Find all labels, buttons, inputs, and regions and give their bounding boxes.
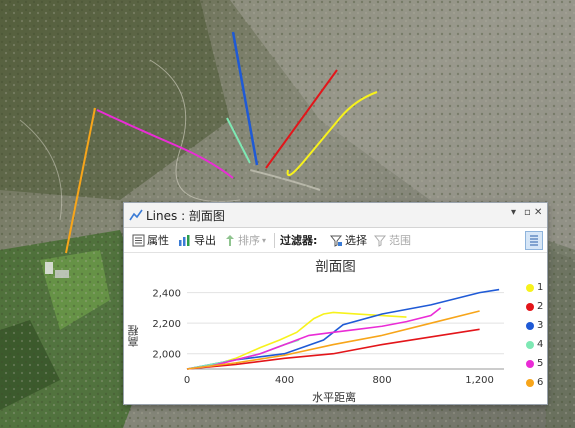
- properties-button[interactable]: 属性: [132, 232, 169, 248]
- legend-label: 3: [537, 320, 544, 331]
- filter-label: 过滤器:: [280, 234, 318, 247]
- legend-item-5[interactable]: 5: [526, 358, 548, 371]
- extent-label: 范围: [389, 234, 411, 247]
- y-tick-label: 2,000: [152, 350, 181, 361]
- legend-label: 5: [537, 358, 544, 369]
- line-chart-icon: [129, 209, 143, 221]
- y-tick-label: 2,200: [152, 319, 181, 330]
- profile-chart-window: Lines : 剖面图 ▾ ▫ ✕ 属性 导出 排序 ▾ 过滤器: 选择 范围 …: [123, 202, 548, 405]
- maximize-icon[interactable]: ▫: [524, 207, 531, 218]
- sort-button[interactable]: 排序 ▾: [224, 232, 266, 248]
- export-label: 导出: [194, 234, 216, 247]
- legend-swatch: [526, 341, 534, 349]
- close-icon[interactable]: ✕: [534, 207, 542, 218]
- export-button[interactable]: 导出: [178, 232, 216, 248]
- legend-swatch: [526, 284, 534, 292]
- legend-label: 4: [537, 339, 544, 350]
- legend-item-3[interactable]: 3: [526, 320, 548, 333]
- x-tick-label: 1,200: [465, 375, 494, 386]
- properties-label: 属性: [147, 234, 169, 247]
- x-axis-label: 水平距离: [312, 391, 357, 404]
- legend-item-1[interactable]: 1: [526, 282, 548, 295]
- legend-label: 1: [537, 282, 544, 293]
- legend-label: 6: [537, 377, 544, 388]
- y-axis-label: 高程: [127, 325, 140, 347]
- chart-data-panel-button[interactable]: [525, 231, 543, 250]
- window-titlebar[interactable]: Lines : 剖面图 ▾ ▫ ✕: [124, 203, 547, 228]
- legend-item-4[interactable]: 4: [526, 339, 548, 352]
- x-tick-label: 0: [184, 375, 190, 386]
- legend-swatch: [526, 360, 534, 368]
- minimize-icon[interactable]: ▾: [511, 207, 516, 218]
- toolbar-separator: [274, 233, 275, 248]
- window-title: Lines : 剖面图: [146, 209, 225, 223]
- series-line-3[interactable]: [186, 288, 500, 370]
- properties-icon: [132, 234, 145, 246]
- legend-swatch: [526, 379, 534, 387]
- selection-label: 选择: [345, 234, 367, 247]
- chart-toolbar: 属性 导出 排序 ▾ 过滤器: 选择 范围: [124, 228, 547, 253]
- legend-label: 2: [537, 301, 544, 312]
- legend-swatch: [526, 322, 534, 330]
- x-tick-label: 400: [275, 375, 294, 386]
- legend-swatch: [526, 303, 534, 311]
- sort-dropdown-arrow: ▾: [262, 235, 267, 245]
- select-filter-icon: [330, 235, 343, 247]
- panel-icon: [530, 235, 538, 246]
- filter-extent-button[interactable]: 范围: [374, 232, 411, 248]
- export-icon: [179, 234, 190, 246]
- y-tick-label: 2,400: [152, 289, 181, 300]
- extent-filter-icon: [374, 235, 387, 247]
- x-tick-label: 800: [373, 375, 392, 386]
- filter-selection-button[interactable]: 选择: [330, 232, 367, 248]
- sort-icon: [226, 234, 234, 246]
- profile-chart-plot: 2,000 2,200 2,400 0 400 800 1,200: [152, 288, 504, 386]
- sort-label: 排序: [238, 234, 260, 247]
- legend-item-2[interactable]: 2: [526, 301, 548, 314]
